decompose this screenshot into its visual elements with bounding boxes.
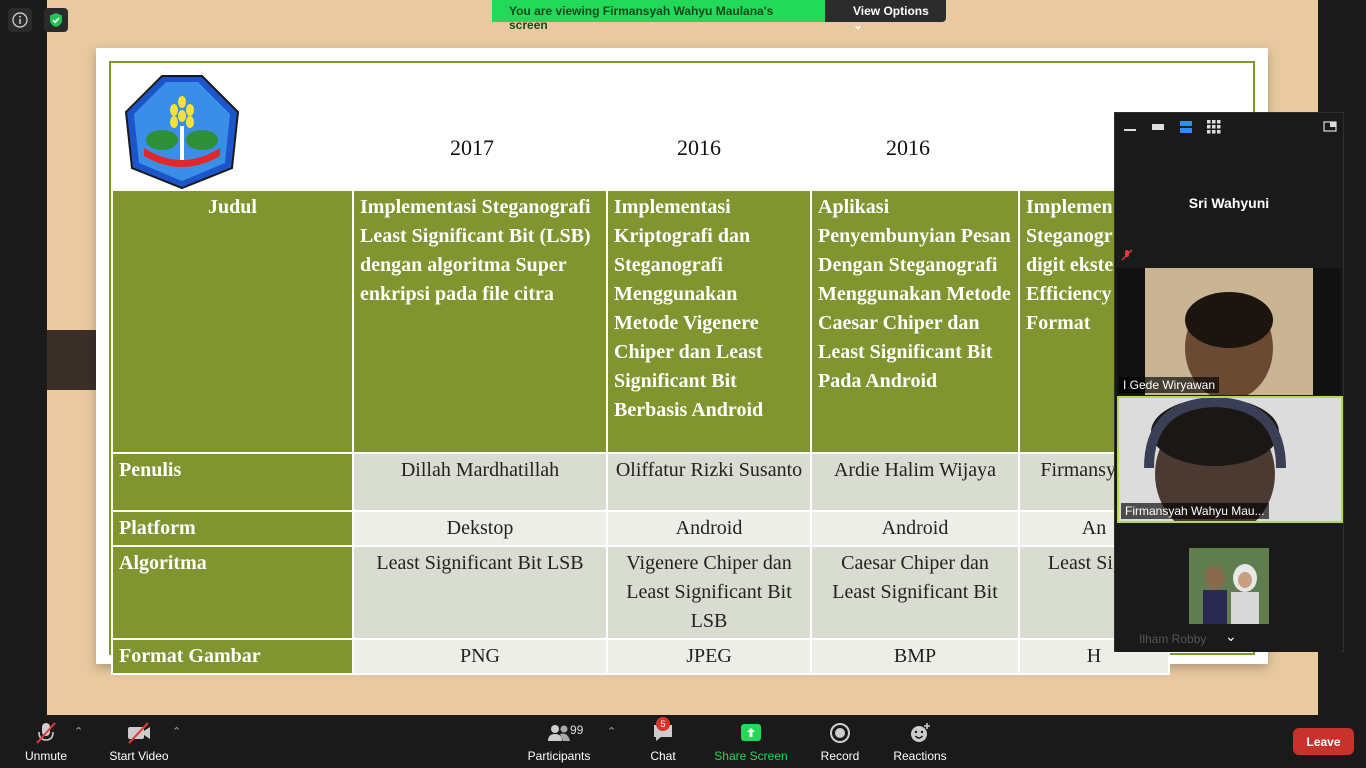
university-logo: [124, 75, 240, 190]
chat-unread-badge: 5: [656, 717, 670, 731]
video-tile-ilham[interactable]: Ilham Robby ⌄: [1117, 524, 1341, 652]
row-label-penulis: Penulis: [111, 452, 354, 512]
penulis-cell: Ardie Halim Wijaya: [810, 452, 1020, 512]
algoritma-cell: Least Significant Bit LSB: [352, 545, 608, 640]
viewing-banner: You are viewing Firmansyah Wahyu Maulana…: [492, 0, 946, 32]
judul-cell: Implementasi Steganografi Least Signific…: [352, 189, 608, 454]
leave-button[interactable]: Leave: [1293, 728, 1354, 755]
format-cell: PNG: [352, 638, 608, 675]
chat-button[interactable]: 5 Chat: [640, 717, 686, 763]
platform-cell: Android: [606, 510, 812, 547]
muted-mic-icon: [1121, 249, 1133, 264]
year-2016-a: 2016: [677, 135, 721, 160]
speaker-view-icon[interactable]: [1179, 120, 1193, 134]
participants-count: 99: [570, 723, 584, 737]
row-label-platform: Platform: [111, 510, 354, 547]
start-video-label: Start Video: [109, 749, 169, 763]
share-screen-button[interactable]: Share Screen: [712, 721, 790, 763]
hide-video-icon[interactable]: [1151, 120, 1165, 134]
reactions-label: Reactions: [893, 749, 947, 763]
comparison-table: Judul Implementasi Steganografi Least Si…: [111, 189, 1170, 675]
start-video-button[interactable]: Start Video: [106, 721, 172, 763]
participants-button[interactable]: 99 Participants: [524, 721, 594, 763]
format-cell: BMP: [810, 638, 1020, 675]
video-tile-gede[interactable]: I Gede Wiryawan: [1117, 268, 1341, 395]
algoritma-cell: Caesar Chiper dan Least Significant Bit: [810, 545, 1020, 640]
viewing-screen-label: You are viewing Firmansyah Wahyu Maulana…: [492, 0, 825, 32]
reactions-button[interactable]: Reactions: [890, 721, 950, 763]
reactions-icon: [890, 721, 950, 745]
chevron-down-icon: ⌄: [853, 18, 864, 32]
video-panel-toolbar: [1115, 113, 1343, 141]
platform-cell: Android: [810, 510, 1020, 547]
presentation-slide: 2017 2016 2016 Judul Implementasi Stegan…: [96, 48, 1268, 675]
active-speaker-name: Sri Wahyuni: [1188, 195, 1270, 211]
encryption-shield-icon[interactable]: [44, 8, 68, 32]
share-screen-icon: [712, 721, 790, 745]
judul-cell: Aplikasi Penyembunyian Pesan Dengan Steg…: [810, 189, 1020, 454]
table-row: Platform Dekstop Android Android An: [111, 510, 1170, 547]
algoritma-cell: Vigenere Chiper dan Least Significant Bi…: [606, 545, 812, 640]
exit-fullscreen-icon[interactable]: [1323, 120, 1337, 134]
view-options-label: View Options: [853, 4, 929, 18]
chat-label: Chat: [650, 749, 676, 763]
participants-options-caret[interactable]: ⌃: [607, 725, 616, 738]
participant-name: I Gede Wiryawan: [1119, 377, 1220, 393]
minimize-icon[interactable]: [1123, 120, 1137, 134]
year-2017: 2017: [450, 135, 494, 160]
zoom-meeting-window: 2017 2016 2016 Judul Implementasi Stegan…: [0, 0, 1366, 768]
format-cell: JPEG: [606, 638, 812, 675]
video-off-icon: [106, 721, 172, 745]
muted-mic-icon: [16, 721, 76, 745]
penulis-cell: Oliffatur Rizki Susanto: [606, 452, 812, 512]
penulis-cell: Dillah Mardhatillah: [352, 452, 608, 512]
record-button[interactable]: Record: [816, 721, 864, 763]
participant-name: Firmansyah Wahyu Mau...: [1121, 503, 1269, 519]
row-label-judul: Judul: [111, 189, 354, 454]
video-tile-firmansyah[interactable]: Firmansyah Wahyu Mau...: [1117, 396, 1343, 523]
table-row: Format Gambar PNG JPEG BMP H: [111, 638, 1170, 675]
view-options-button[interactable]: View Options ⌄: [825, 0, 946, 32]
top-left-icons: [8, 8, 68, 32]
row-label-algoritma: Algoritma: [111, 545, 354, 640]
participant-name: Ilham Robby: [1139, 632, 1207, 646]
share-screen-label: Share Screen: [714, 749, 788, 763]
platform-cell: Dekstop: [352, 510, 608, 547]
chat-icon: 5: [640, 717, 686, 745]
record-label: Record: [820, 749, 860, 763]
table-row: Judul Implementasi Steganografi Least Si…: [111, 189, 1170, 454]
chevron-down-icon[interactable]: ⌄: [1225, 628, 1237, 645]
participants-icon: 99: [524, 721, 594, 745]
participants-label: Participants: [527, 749, 591, 763]
year-2016-b: 2016: [886, 135, 930, 160]
participant-video: [1145, 268, 1313, 395]
record-icon: [816, 721, 864, 745]
video-options-caret[interactable]: ⌃: [172, 725, 181, 738]
video-panel: Sri Wahyuni I Gede Wiryawan Firmansyah W…: [1114, 112, 1344, 652]
table-row: Penulis Dillah Mardhatillah Oliffatur Ri…: [111, 452, 1170, 512]
gallery-view-icon[interactable]: [1207, 120, 1221, 134]
unmute-label: Unmute: [24, 749, 68, 763]
row-label-format: Format Gambar: [111, 638, 354, 675]
meeting-toolbar: Unmute ⌃ Start Video ⌃ 99 Participants ⌃…: [0, 715, 1366, 768]
judul-cell: Implementasi Kriptografi dan Steganograf…: [606, 189, 812, 454]
meeting-info-icon[interactable]: [8, 8, 32, 32]
unmute-button[interactable]: Unmute: [16, 721, 76, 763]
profile-picture: [1189, 548, 1269, 624]
audio-options-caret[interactable]: ⌃: [74, 725, 83, 738]
table-row: Algoritma Least Significant Bit LSB Vige…: [111, 545, 1170, 640]
